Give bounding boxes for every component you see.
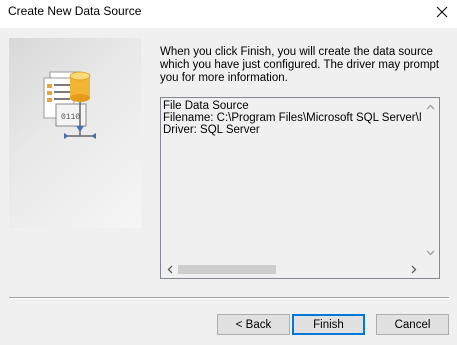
scroll-right-button[interactable] [405,261,422,278]
cancel-button[interactable]: Cancel [376,314,449,335]
summary-line: Filename: C:\Program Files\Microsoft SQL… [163,112,421,124]
summary-line: File Data Source [163,100,249,112]
datasource-document-icon: 0110 [43,71,96,139]
title-bar: Create New Data Source [0,0,457,28]
chevron-up-icon [426,104,435,109]
wizard-art-panel: 0110 [9,38,141,228]
scrollbar-corner [422,261,439,278]
dialog-client-area: 0110 When you click Finish, you will cre… [0,28,457,345]
close-icon [436,6,448,18]
back-button[interactable]: < Back [217,314,290,335]
close-button[interactable] [427,0,457,24]
window-title: Create New Data Source [8,4,142,18]
scroll-left-button[interactable] [161,261,178,278]
chevron-right-icon [411,265,416,274]
data-source-summary[interactable]: File Data Source Filename: C:\Program Fi… [160,97,440,279]
vertical-scrollbar[interactable] [422,98,439,261]
scroll-up-button[interactable] [422,98,439,115]
scroll-down-button[interactable] [422,244,439,261]
scroll-thumb[interactable] [178,265,276,274]
horizontal-scrollbar[interactable] [161,261,422,278]
chevron-down-icon [426,250,435,255]
chevron-left-icon [167,265,172,274]
divider [9,297,449,299]
finish-button[interactable]: Finish [292,314,365,335]
finish-message: When you click Finish, you will create t… [160,46,440,84]
summary-text[interactable]: File Data Source Filename: C:\Program Fi… [163,100,421,258]
svg-text:0110: 0110 [61,113,80,122]
summary-line: Driver: SQL Server [163,124,260,136]
